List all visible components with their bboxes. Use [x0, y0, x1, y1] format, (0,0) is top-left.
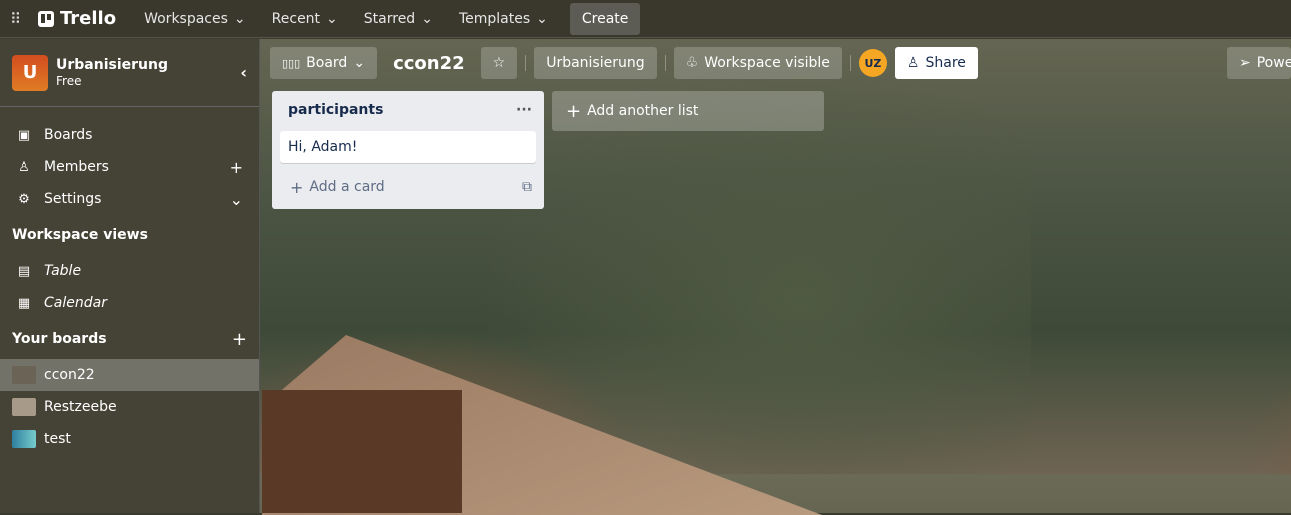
add-list-button[interactable]: + Add another list — [552, 91, 824, 131]
rocket-icon: ➢ — [1239, 55, 1251, 71]
nav-starred[interactable]: Starred ⌄ — [354, 3, 443, 35]
view-label: Board — [306, 55, 348, 71]
gear-icon: ⚙ — [18, 191, 30, 207]
share-button[interactable]: ♙ Share — [894, 47, 978, 79]
chevron-down-icon: ⌄ — [326, 10, 338, 27]
list-title[interactable]: participants — [288, 102, 383, 118]
board-thumbnail — [12, 366, 36, 384]
board-label: test — [44, 431, 71, 447]
add-list-label: Add another list — [587, 103, 699, 119]
people-icon: ♧ — [685, 55, 699, 71]
background-cabin — [262, 390, 462, 513]
board-label: ccon22 — [44, 367, 95, 383]
chevron-down-icon: ⌄ — [421, 10, 433, 27]
nav-workspaces[interactable]: Workspaces ⌄ — [134, 3, 256, 35]
avatar[interactable]: UZ — [858, 49, 887, 77]
trello-logo[interactable]: Trello — [38, 8, 116, 29]
sidebar-item-boards[interactable]: ▣ Boards — [0, 119, 259, 151]
power-ups-label: Power-Ups — [1256, 55, 1291, 71]
plus-icon: + — [566, 100, 582, 122]
calendar-icon: ▦ — [17, 295, 31, 311]
sidebar-item-table[interactable]: ▤ Table — [0, 255, 259, 287]
workspace-name: Urbanisierung — [56, 56, 168, 73]
divider — [664, 55, 666, 71]
sidebar-item-label: Members — [44, 159, 109, 175]
card[interactable]: Hi, Adam! — [280, 131, 536, 163]
board-icon: ▣ — [17, 127, 31, 143]
your-boards-heading: Your boards + — [0, 319, 259, 359]
sidebar-item-members[interactable]: ♙ Members + — [0, 151, 259, 183]
power-ups-button[interactable]: ➢ Power-Ups — [1227, 47, 1291, 79]
sidebar-item-label: Settings — [44, 191, 102, 207]
view-switcher-button[interactable]: ▯▯▯ Board ⌄ — [270, 47, 378, 79]
add-board-icon[interactable]: + — [232, 329, 247, 350]
visibility-label: Workspace visible — [704, 55, 830, 71]
top-bar: ⠿ Trello Workspaces ⌄ Recent ⌄ Starred ⌄ Te… — [0, 0, 1291, 38]
divider — [849, 55, 851, 71]
nav-label: Starred — [363, 10, 416, 27]
star-button[interactable]: ☆ — [480, 47, 518, 79]
brand-name: Trello — [60, 8, 117, 29]
workspace-avatar: U — [12, 54, 48, 91]
board-thumbnail — [12, 430, 36, 448]
add-person-icon: ♙ — [906, 55, 920, 71]
trello-logo-icon — [38, 10, 54, 27]
nav-label: Workspaces — [144, 10, 228, 27]
board-header: ▯▯▯ Board ⌄ ccon22 ☆ Urbanisierung ♧ Worksp… — [270, 47, 1291, 79]
person-icon: ♙ — [18, 159, 30, 175]
nav-label: Templates — [458, 10, 531, 27]
chevron-down-icon[interactable]: ⌄ — [230, 190, 243, 209]
sidebar-item-label: Calendar — [44, 295, 107, 311]
sidebar-board-ccon22[interactable]: ccon22 — [0, 359, 259, 391]
sidebar-item-label: Table — [44, 263, 82, 279]
nav-recent[interactable]: Recent ⌄ — [262, 3, 348, 35]
create-button[interactable]: Create — [569, 2, 641, 35]
list-participants: participants ··· Hi, Adam! + Add a card ⧉ — [272, 91, 544, 209]
sidebar-item-calendar[interactable]: ▦ Calendar — [0, 287, 259, 319]
workspace-plan: Free — [56, 73, 82, 88]
add-card-button[interactable]: + Add a card ⧉ — [272, 167, 544, 207]
nav-label: Recent — [271, 10, 321, 27]
visibility-button[interactable]: ♧ Workspace visible — [673, 47, 842, 79]
board-thumbnail — [12, 398, 36, 416]
workspace-views-heading: Workspace views — [12, 227, 148, 243]
board-title[interactable]: ccon22 — [385, 53, 473, 74]
star-icon: ☆ — [492, 55, 506, 71]
add-card-label: Add a card — [309, 179, 385, 195]
your-boards-label: Your boards — [12, 331, 107, 347]
table-icon: ▤ — [17, 263, 31, 279]
sidebar: U Urbanisierung Free ‹ ▣ Boards ♙ Members + … — [0, 39, 260, 513]
share-label: Share — [925, 55, 966, 71]
workspace-header: U Urbanisierung Free ‹ — [0, 39, 259, 107]
list-menu-icon[interactable]: ··· — [516, 102, 532, 118]
app-switcher-icon[interactable]: ⠿ — [10, 10, 30, 28]
sidebar-board-restzeebe[interactable]: Restzeebe — [0, 391, 259, 423]
board-label: Restzeebe — [44, 399, 117, 415]
add-member-icon[interactable]: + — [230, 158, 243, 177]
plus-icon: + — [290, 177, 304, 197]
sidebar-item-settings[interactable]: ⚙ Settings ⌄ — [0, 183, 259, 215]
divider — [525, 55, 527, 71]
board-view-icon: ▯▯▯ — [282, 56, 301, 70]
template-icon[interactable]: ⧉ — [522, 179, 532, 195]
chevron-down-icon: ⌄ — [536, 10, 548, 27]
chevron-down-icon: ⌄ — [233, 10, 246, 27]
nav-templates[interactable]: Templates ⌄ — [449, 3, 558, 35]
sidebar-item-label: Boards — [44, 127, 93, 143]
collapse-sidebar-icon[interactable]: ‹ — [240, 63, 247, 82]
workspace-button[interactable]: Urbanisierung — [534, 47, 657, 79]
chevron-down-icon: ⌄ — [353, 55, 366, 71]
sidebar-board-test[interactable]: test — [0, 423, 259, 455]
